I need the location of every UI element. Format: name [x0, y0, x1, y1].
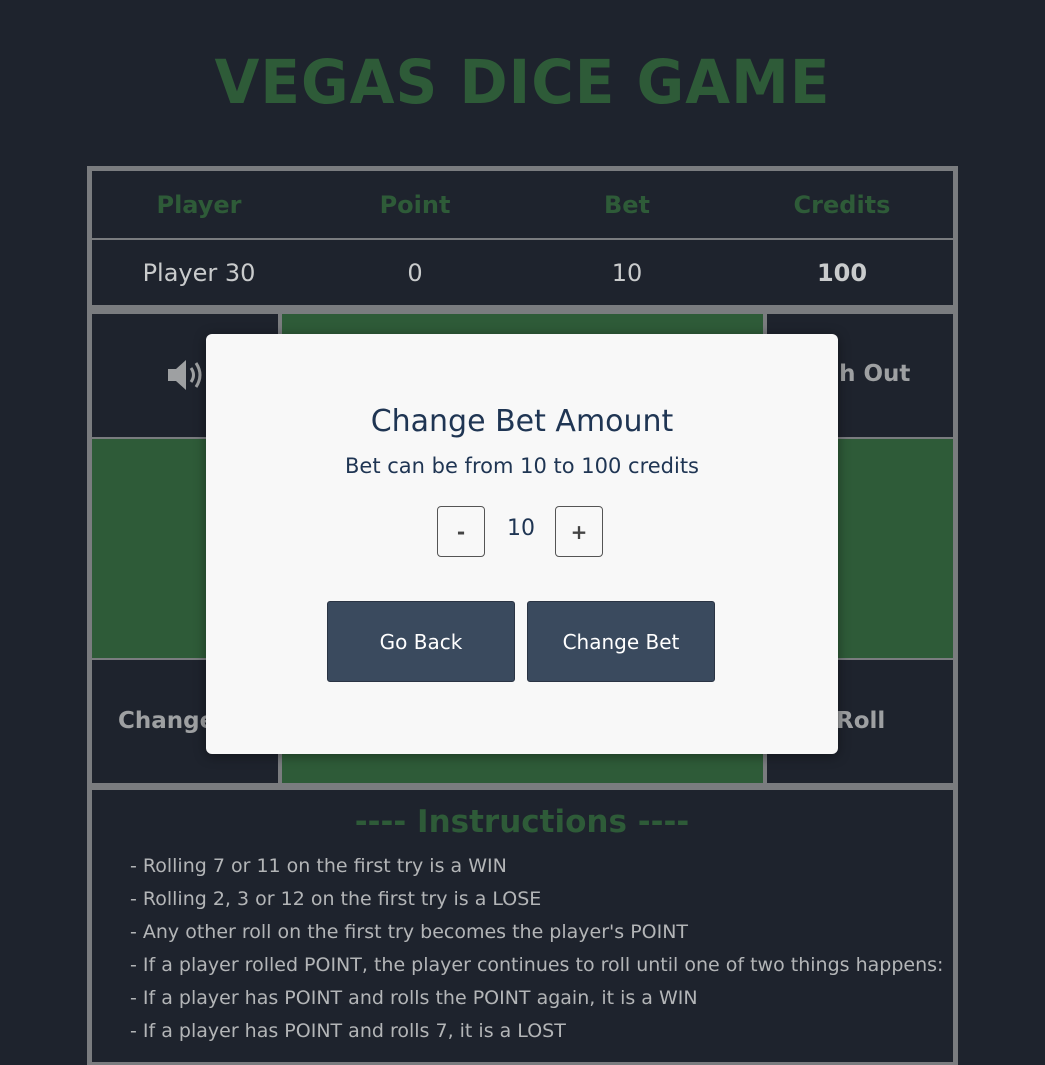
header-point: Point [379, 191, 451, 219]
instruction-line: - Rolling 7 or 11 on the first try is a … [130, 855, 507, 877]
decrement-button[interactable]: - [437, 506, 485, 557]
change-bet-button[interactable]: Change Bet [527, 601, 715, 682]
bet-amount-value: 10 [507, 516, 535, 541]
modal-subtitle: Bet can be from 10 to 100 credits [345, 454, 699, 478]
header-bet: Bet [603, 191, 651, 219]
instruction-line: - Any other roll on the first try become… [130, 921, 689, 943]
instruction-line: - If a player has POINT and rolls the PO… [130, 987, 698, 1009]
header-player: Player [156, 191, 242, 219]
value-player: Player 30 [142, 259, 256, 287]
go-back-button[interactable]: Go Back [327, 601, 515, 682]
game-title: Vegas Dice Game [214, 46, 831, 118]
change-bet-modal: Change Bet Amount Bet can be from 10 to … [206, 334, 838, 754]
value-credits: 100 [816, 259, 868, 287]
instruction-line: - If a player has POINT and rolls 7, it … [130, 1020, 566, 1042]
increment-button[interactable]: + [555, 506, 603, 557]
value-bet: 10 [611, 259, 643, 287]
instructions-title: ---- Instructions ---- [354, 804, 690, 840]
speaker-icon[interactable] [166, 358, 206, 396]
header-credits: Credits [793, 191, 891, 219]
modal-title: Change Bet Amount [370, 404, 674, 439]
roll-label[interactable]: Roll [836, 708, 885, 734]
value-point: 0 [407, 259, 423, 287]
instruction-line: - If a player rolled POINT, the player c… [130, 954, 944, 976]
instruction-line: - Rolling 2, 3 or 12 on the first try is… [130, 888, 542, 910]
